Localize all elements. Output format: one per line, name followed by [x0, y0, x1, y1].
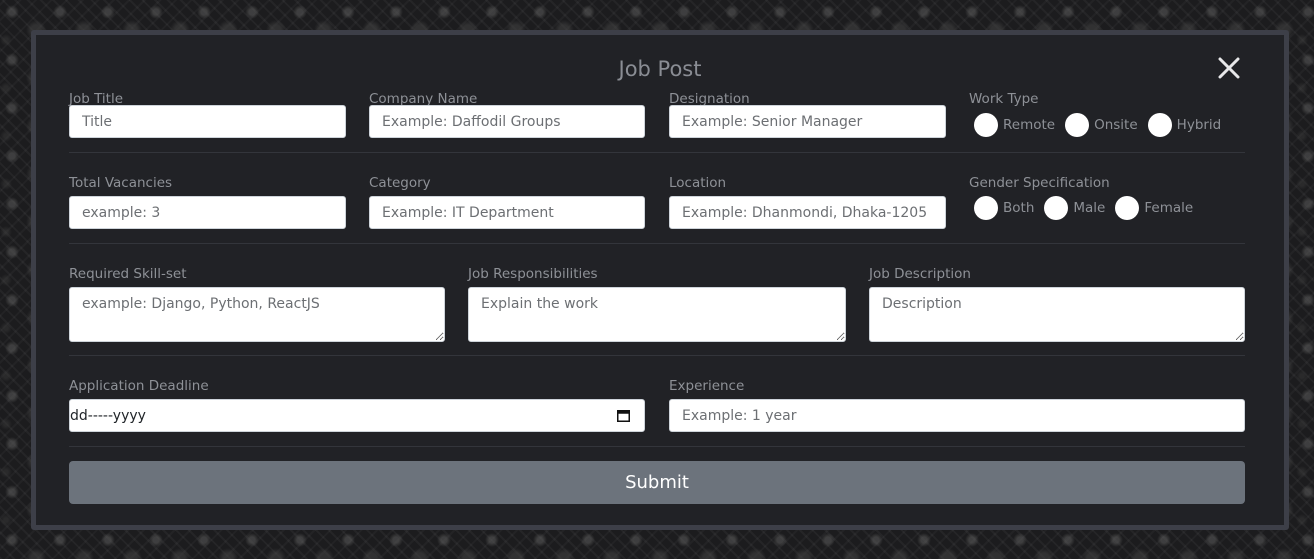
divider — [69, 355, 1245, 356]
total-vacancies-input[interactable] — [69, 196, 346, 229]
divider — [69, 152, 1245, 153]
company-name-input[interactable] — [369, 105, 645, 138]
radio-remote[interactable] — [974, 113, 998, 137]
radio-both[interactable] — [974, 196, 998, 220]
location-input[interactable] — [669, 196, 946, 229]
radio-hybrid-label: Hybrid — [1176, 117, 1222, 133]
modal-title: Job Post — [618, 57, 702, 81]
category-input[interactable] — [369, 196, 645, 229]
radio-male[interactable] — [1044, 196, 1069, 220]
job-post-modal: Job Post Job Title Company Name Designat… — [31, 30, 1289, 530]
close-button[interactable] — [1214, 53, 1244, 83]
job-title-input[interactable] — [69, 105, 346, 138]
designation-input[interactable] — [669, 105, 946, 138]
total-vacancies-label: Total Vacancies — [69, 175, 173, 191]
category-label: Category — [369, 175, 431, 191]
deadline-date-value: dd-----yyyy — [70, 408, 146, 424]
radio-female[interactable] — [1115, 196, 1140, 220]
radio-male-label: Male — [1073, 200, 1106, 216]
experience-input[interactable] — [669, 399, 1245, 432]
divider — [69, 446, 1245, 447]
radio-female-label: Female — [1144, 200, 1194, 216]
responsibilities-label: Job Responsibilities — [468, 266, 598, 282]
calendar-icon[interactable] — [617, 409, 630, 422]
radio-onsite[interactable] — [1065, 113, 1090, 137]
responsibilities-textarea[interactable] — [468, 287, 846, 342]
work-type-group: Remote Onsite Hybrid — [974, 113, 1231, 137]
divider — [69, 243, 1245, 244]
radio-hybrid[interactable] — [1147, 113, 1172, 137]
experience-label: Experience — [669, 378, 745, 394]
radio-onsite-label: Onsite — [1094, 117, 1138, 133]
submit-button[interactable]: Submit — [69, 461, 1245, 504]
radio-remote-label: Remote — [1003, 117, 1056, 133]
deadline-label: Application Deadline — [69, 378, 209, 394]
gender-group: Both Male Female — [974, 196, 1203, 220]
description-label: Job Description — [869, 266, 971, 282]
close-icon — [1218, 57, 1240, 79]
gender-label: Gender Specification — [969, 175, 1110, 191]
deadline-date-input[interactable]: dd-----yyyy — [69, 399, 645, 432]
location-label: Location — [669, 175, 727, 191]
work-type-label: Work Type — [969, 91, 1039, 107]
skills-textarea[interactable] — [69, 287, 445, 342]
radio-both-label: Both — [1003, 200, 1035, 216]
skills-label: Required Skill-set — [69, 266, 187, 282]
description-textarea[interactable] — [869, 287, 1245, 342]
